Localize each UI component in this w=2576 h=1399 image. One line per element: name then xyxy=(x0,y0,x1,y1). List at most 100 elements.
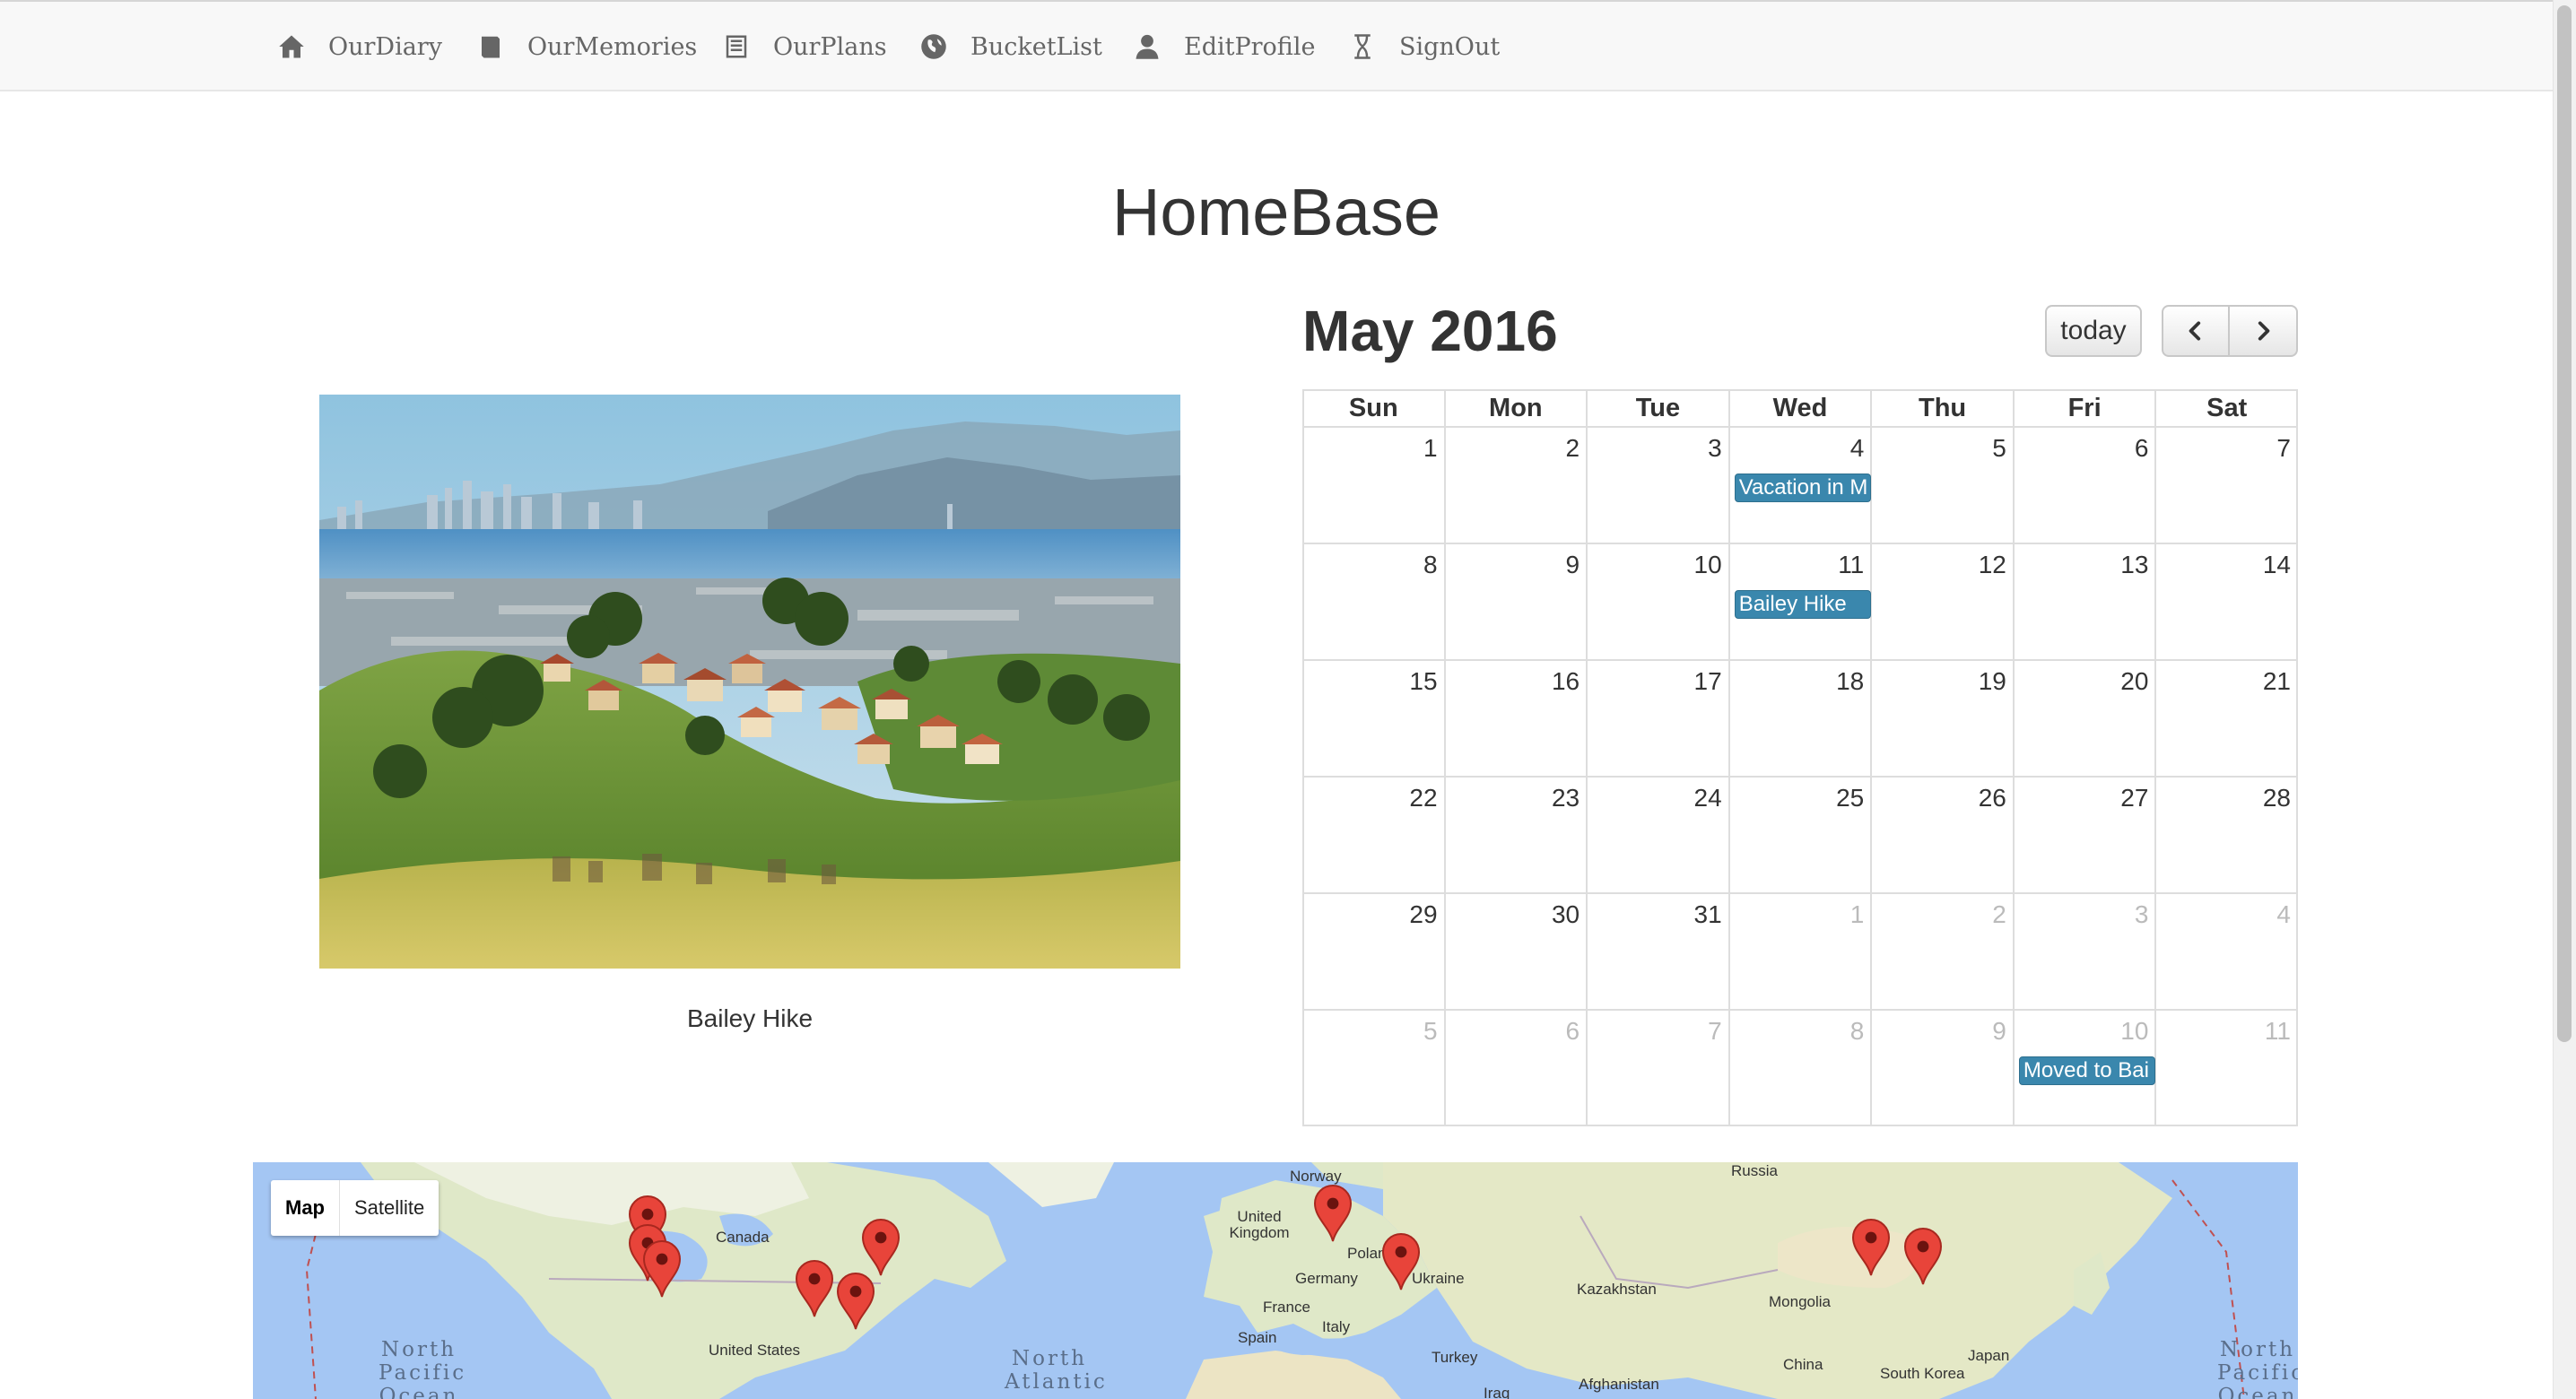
calendar-day-cell[interactable]: 13 xyxy=(2014,543,2156,660)
calendar-event[interactable]: Moved to Bai xyxy=(2018,1056,2156,1085)
calendar-day-cell[interactable]: 25 xyxy=(1729,777,1872,893)
photo-caption: Bailey Hike xyxy=(686,1004,814,1032)
nav-item-ourplans[interactable]: OurPlans xyxy=(723,2,887,91)
nav-label: EditProfile xyxy=(1184,32,1316,61)
day-number: 9 xyxy=(1992,1017,2006,1045)
list-icon xyxy=(726,35,747,58)
calendar-day-cell[interactable]: 19 xyxy=(1871,660,2014,777)
calendar-day-cell[interactable]: 14 xyxy=(2155,543,2298,660)
calendar-day-cell[interactable]: 29 xyxy=(1302,893,1445,1010)
map-type-control: Map Satellite xyxy=(271,1180,439,1236)
calendar-day-cell[interactable]: 2 xyxy=(1871,893,2014,1010)
day-number: 25 xyxy=(1836,784,1865,812)
map-label: United States xyxy=(709,1342,801,1359)
calendar-day-cell[interactable]: 30 xyxy=(1445,893,1588,1010)
map-marker-icon[interactable] xyxy=(836,1272,875,1331)
ocean-label: North Pacific Ocean xyxy=(2217,1338,2298,1399)
calendar-day-cell[interactable]: 2 xyxy=(1445,427,1588,543)
day-number: 9 xyxy=(1565,551,1580,578)
day-number: 11 xyxy=(1838,551,1865,578)
nav-item-ourmemories[interactable]: OurMemories xyxy=(477,2,697,91)
nav-label: BucketList xyxy=(970,32,1102,61)
nav-label: SignOut xyxy=(1399,32,1501,61)
day-number: 31 xyxy=(1693,900,1722,928)
calendar-day-cell[interactable]: 8 xyxy=(1729,1010,1872,1126)
map-type-map-button[interactable]: Map xyxy=(271,1180,339,1236)
calendar-day-cell[interactable]: 16 xyxy=(1445,660,1588,777)
map-label: France xyxy=(1263,1299,1310,1316)
calendar-event[interactable]: Bailey Hike xyxy=(1734,590,1872,619)
map-marker-icon[interactable] xyxy=(1381,1232,1421,1291)
world-map[interactable]: Map Satellite Russia Norway United Kingd… xyxy=(253,1162,2298,1399)
today-button[interactable]: today xyxy=(2045,305,2142,357)
calendar-day-cell[interactable]: 27 xyxy=(2014,777,2156,893)
calendar-day-cell[interactable]: 5 xyxy=(1302,1010,1445,1126)
calendar-event[interactable]: Vacation in M xyxy=(1734,474,1872,502)
day-number: 7 xyxy=(1708,1017,1722,1045)
calendar-day-cell[interactable]: 5 xyxy=(1871,427,2014,543)
map-label: Turkey xyxy=(1432,1349,1478,1366)
calendar-day-cell[interactable]: 21 xyxy=(2155,660,2298,777)
calendar-day-cell[interactable]: 17 xyxy=(1587,660,1729,777)
calendar-day-cell[interactable]: 31 xyxy=(1587,893,1729,1010)
scrollbar-thumb[interactable] xyxy=(2557,5,2572,1042)
map-label: South Korea xyxy=(1880,1365,1965,1382)
calendar-day-cell[interactable]: 3 xyxy=(2014,893,2156,1010)
calendar-day-cell[interactable]: 6 xyxy=(2014,427,2156,543)
map-label: Japan xyxy=(1968,1347,2010,1364)
map-marker-icon[interactable] xyxy=(1313,1184,1353,1243)
day-number: 1 xyxy=(1849,900,1865,928)
calendar-day-cell[interactable]: 26 xyxy=(1871,777,2014,893)
calendar-day-cell[interactable]: 12 xyxy=(1871,543,2014,660)
calendar-day-cell[interactable]: 9 xyxy=(1871,1010,2014,1126)
calendar-day-cell[interactable]: 20 xyxy=(2014,660,2156,777)
day-number: 23 xyxy=(1551,784,1580,812)
calendar-day-cell[interactable]: 18 xyxy=(1729,660,1872,777)
weekday-header-wed: Wed xyxy=(1772,394,1828,422)
calendar-day-cell[interactable]: 7 xyxy=(1587,1010,1729,1126)
day-number: 8 xyxy=(1423,551,1438,578)
calendar-day-cell[interactable]: 6 xyxy=(1445,1010,1588,1126)
calendar-day-cell[interactable]: 3 xyxy=(1587,427,1729,543)
nav-item-editprofile[interactable]: EditProfile xyxy=(1134,2,1315,91)
day-number: 15 xyxy=(1409,667,1438,695)
day-number: 7 xyxy=(2276,434,2291,462)
map-label: United Kingdom xyxy=(1229,1208,1290,1241)
map-marker-icon[interactable] xyxy=(1851,1218,1891,1277)
day-number: 10 xyxy=(2120,1017,2149,1045)
hourglass-icon xyxy=(1354,34,1371,59)
calendar-day-cell[interactable]: 22 xyxy=(1302,777,1445,893)
day-number: 17 xyxy=(1693,667,1722,695)
map-label: Spain xyxy=(1238,1329,1277,1346)
nav-item-signout[interactable]: SignOut xyxy=(1349,2,1500,91)
calendar-day-cell[interactable]: 23 xyxy=(1445,777,1588,893)
calendar-day-cell[interactable]: 1 xyxy=(1302,427,1445,543)
navbar: OurDiary OurMemories OurPlans BucketList… xyxy=(0,0,2553,91)
map-marker-icon[interactable] xyxy=(1903,1227,1943,1286)
day-number: 20 xyxy=(2120,667,2149,695)
calendar-day-cell[interactable]: 8 xyxy=(1302,543,1445,660)
calendar-day-cell[interactable]: 1 xyxy=(1729,893,1872,1010)
calendar-day-cell[interactable]: 11 xyxy=(2155,1010,2298,1126)
nav-item-ourdiary[interactable]: OurDiary xyxy=(278,2,442,91)
day-number: 6 xyxy=(1565,1017,1580,1045)
calendar-day-cell[interactable]: 9 xyxy=(1445,543,1588,660)
calendar-day-cell[interactable]: 24 xyxy=(1587,777,1729,893)
calendar-day-cell[interactable]: 7 xyxy=(2155,427,2298,543)
map-label: Canada xyxy=(716,1229,770,1246)
calendar-day-cell[interactable]: 15 xyxy=(1302,660,1445,777)
prev-month-button[interactable] xyxy=(2162,305,2230,357)
featured-photo[interactable] xyxy=(319,395,1180,969)
next-month-button[interactable] xyxy=(2228,305,2298,357)
day-number: 4 xyxy=(1849,434,1865,462)
map-type-satellite-button[interactable]: Satellite xyxy=(339,1180,439,1236)
calendar-day-cell[interactable]: 28 xyxy=(2155,777,2298,893)
calendar-day-cell[interactable]: 10 xyxy=(1587,543,1729,660)
nav-item-bucketlist[interactable]: BucketList xyxy=(920,2,1102,91)
map-marker-icon[interactable] xyxy=(795,1259,834,1318)
day-number: 1 xyxy=(1423,434,1438,462)
calendar-day-cell[interactable]: 4 xyxy=(2155,893,2298,1010)
map-marker-icon[interactable] xyxy=(861,1218,901,1277)
ocean-label: North Pacific Ocean xyxy=(379,1338,467,1399)
map-marker-icon[interactable] xyxy=(642,1239,682,1299)
